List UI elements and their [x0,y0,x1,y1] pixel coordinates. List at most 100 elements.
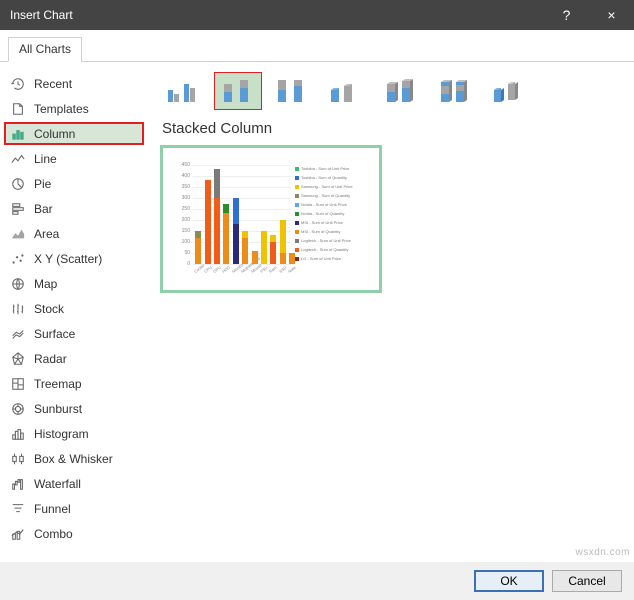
y-tick-label: 300 [175,195,190,201]
subtype-clustered-column[interactable] [160,72,208,110]
sidebar-item-label: Map [34,277,57,291]
close-button[interactable]: × [589,0,634,30]
legend-swatch [295,248,299,252]
bar-segment [233,198,239,225]
y-tick-label: 50 [175,250,190,256]
sidebar-item-label: Histogram [34,427,89,441]
line-icon [10,151,26,167]
templates-icon [10,101,26,117]
sidebar-item-pie[interactable]: Pie [4,172,144,195]
legend-swatch [295,176,299,180]
legend-swatch [295,239,299,243]
sidebar-item-box[interactable]: Box & Whisker [4,447,144,470]
help-button[interactable]: ? [544,0,589,30]
sidebar-item-label: Column [34,127,75,141]
bar-segment [261,231,267,264]
ok-button[interactable]: OK [474,570,544,592]
bar-segment [205,180,211,264]
sidebar-item-treemap[interactable]: Treemap [4,372,144,395]
sidebar-item-bar[interactable]: Bar [4,197,144,220]
sidebar-item-stock[interactable]: Stock [4,297,144,320]
legend-label: MSI - Sum of Unit Price [301,220,343,225]
sidebar-item-waterfall[interactable]: Waterfall [4,472,144,495]
sidebar-item-label: Area [34,227,59,241]
subtype-stacked-column[interactable] [214,72,262,110]
legend-label: Nvidia - Sum of Quantity [301,211,344,216]
content-area: Stacked Column 0501001502002503003504004… [148,62,634,562]
tabstrip: All Charts [0,30,634,62]
legend-swatch [295,194,299,198]
sidebar-item-recent[interactable]: Recent [4,72,144,95]
sidebar-item-scatter[interactable]: X Y (Scatter) [4,247,144,270]
sidebar-item-label: Funnel [34,502,71,516]
legend-label: Samsung - Sum of Quantity [301,193,350,198]
subtype-row [160,72,622,110]
sidebar-item-label: Templates [34,102,89,116]
sunburst-icon [10,401,26,417]
legend-label: Toshiba - Sum of Quantity [301,175,347,180]
sidebar-item-label: Box & Whisker [34,452,113,466]
sidebar-item-combo[interactable]: Combo [4,522,144,545]
sidebar-item-map[interactable]: Map [4,272,144,295]
subtype-3-d-100-stacked-column[interactable] [430,72,478,110]
legend-swatch [295,185,299,189]
histogram-icon [10,426,26,442]
legend-item: Toshiba - Sum of Unit Price [295,164,373,173]
sidebar-item-label: Stock [34,302,64,316]
sidebar-item-sunburst[interactable]: Sunburst [4,397,144,420]
tab-all-charts[interactable]: All Charts [8,37,82,62]
surface-icon [10,326,26,342]
bar-segment [195,238,201,265]
chart-preview[interactable]: 050100150200250300350400450CoolerCPUGPUH… [160,145,382,293]
gridline [193,176,291,177]
legend-swatch [295,167,299,171]
sidebar-item-line[interactable]: Line [4,147,144,170]
sidebar-item-surface[interactable]: Surface [4,322,144,345]
sidebar-item-label: Treemap [34,377,82,391]
sidebar-item-label: Radar [34,352,67,366]
legend-swatch [295,203,299,207]
sidebar-item-histogram[interactable]: Histogram [4,422,144,445]
subtype-3-d-clustered-column[interactable] [322,72,370,110]
x-tick-label: Note [287,265,297,274]
treemap-icon [10,376,26,392]
y-tick-label: 200 [175,217,190,223]
subtype-3-d-stacked-column[interactable] [376,72,424,110]
subtype-100-stacked-column[interactable] [268,72,316,110]
sidebar-item-templates[interactable]: Templates [4,97,144,120]
sidebar-item-label: Combo [34,527,73,541]
subtype-3-d-column[interactable] [484,72,532,110]
legend-item: Toshiba - Sum of Quantity [295,173,373,182]
pie-icon [10,176,26,192]
chart-type-sidebar: Recent Templates Column LinePieBar Area X Y (… [0,62,148,562]
sidebar-item-funnel[interactable]: Funnel [4,497,144,520]
legend-item: Samsung - Sum of Quantity [295,191,373,200]
stock-icon [10,301,26,317]
bar-segment [242,238,248,265]
y-tick-label: 100 [175,239,190,245]
subtype-title: Stacked Column [162,120,622,137]
legend-label: Samsung - Sum of Unit Price [301,184,353,189]
bar-segment [252,251,258,264]
bar-segment [195,231,201,238]
sidebar-item-area[interactable]: Area [4,222,144,245]
legend-swatch [295,257,299,261]
radar-icon [10,351,26,367]
area-icon [10,226,26,242]
legend-item: MSI - Sum of Unit Price [295,218,373,227]
cancel-button[interactable]: Cancel [552,570,622,592]
sidebar-item-column[interactable]: Column [4,122,144,145]
dialog-body: Recent Templates Column LinePieBar Area X Y (… [0,62,634,562]
legend-item: Logitech - Sum of Unit Price [295,236,373,245]
chart-legend: Toshiba - Sum of Unit Price Toshiba - Sum… [295,164,373,263]
y-tick-label: 150 [175,228,190,234]
bar-segment [280,253,286,264]
bar-segment [280,220,286,253]
legend-label: Toshiba - Sum of Unit Price [301,166,349,171]
sidebar-item-radar[interactable]: Radar [4,347,144,370]
sidebar-item-label: X Y (Scatter) [34,252,102,266]
y-tick-label: 450 [175,162,190,168]
legend-label: MSI - Sum of Quantity [301,229,340,234]
funnel-icon [10,501,26,517]
legend-item: Logitech - Sum of Quantity [295,245,373,254]
